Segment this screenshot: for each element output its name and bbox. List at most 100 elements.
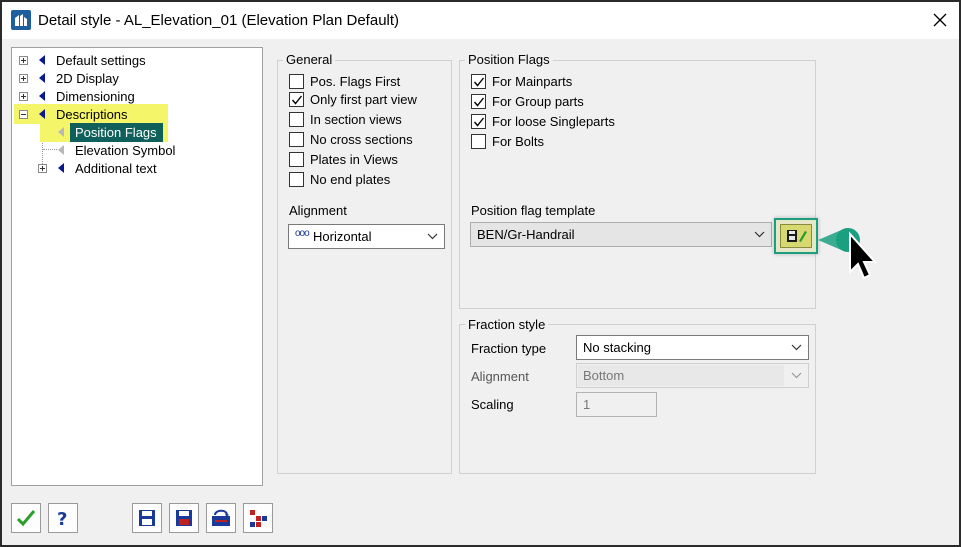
checkbox-no-cross-sections[interactable]: No cross sections — [289, 132, 439, 150]
expand-icon[interactable] — [19, 92, 28, 101]
tree-item-dimensioning[interactable]: Dimensioning — [12, 88, 262, 105]
fraction-type-label: Fraction type — [471, 341, 547, 356]
checkbox-label: For Bolts — [492, 134, 545, 149]
scaling-value: 1 — [583, 397, 591, 412]
template-label: Position flag template — [471, 203, 596, 218]
checkbox-label: For Group parts — [492, 94, 584, 109]
structure-icon — [250, 510, 267, 527]
checkbox-box[interactable] — [289, 92, 304, 107]
checkbox-box[interactable] — [471, 74, 486, 89]
save-button[interactable] — [132, 503, 162, 533]
checkbox-box[interactable] — [471, 114, 486, 129]
svg-text:?: ? — [57, 509, 67, 528]
app-icon — [11, 10, 31, 30]
checkbox-box[interactable] — [289, 112, 304, 127]
tree-item-label: Position Flags — [75, 125, 157, 140]
expand-icon[interactable] — [19, 74, 28, 83]
detail-style-dialog: Detail style - AL_Elevation_01 (Elevatio… — [0, 0, 961, 547]
checkbox-for-mainparts[interactable]: For Mainparts — [471, 74, 671, 92]
tree-item-position-flags[interactable]: Position Flags — [12, 123, 262, 142]
arrow-icon — [58, 163, 64, 173]
collapse-icon[interactable] — [19, 110, 28, 119]
tree-item-default-settings[interactable]: Default settings — [12, 52, 262, 69]
help-button[interactable]: ? — [48, 503, 78, 533]
checkbox-pos-flags-first[interactable]: Pos. Flags First — [289, 74, 439, 92]
template-select[interactable]: BEN/Gr-Handrail — [470, 222, 772, 247]
chevron-down-icon — [791, 344, 802, 351]
tree-item-elevation-symbol[interactable]: Elevation Symbol — [12, 142, 262, 159]
checkbox-for-loose-singleparts[interactable]: For loose Singleparts — [471, 114, 671, 132]
structure-button[interactable] — [243, 503, 273, 533]
save-edit-icon — [787, 230, 807, 242]
arrow-icon — [39, 55, 45, 65]
template-value: BEN/Gr-Handrail — [477, 227, 575, 242]
checkbox-label: No end plates — [310, 172, 391, 187]
checkmark-icon — [291, 95, 303, 105]
checkbox-only-first-part-view[interactable]: Only first part view — [289, 92, 439, 110]
checkbox-label: Only first part view — [310, 92, 417, 107]
tree-item-label: Additional text — [75, 161, 157, 176]
save-icon — [139, 510, 155, 526]
checkbox-box[interactable] — [289, 74, 304, 89]
checkbox-for-group-parts[interactable]: For Group parts — [471, 94, 671, 112]
checkbox-label: In section views — [310, 112, 402, 127]
fraction-style-group-title: Fraction style — [465, 317, 549, 332]
scaling-label: Scaling — [471, 397, 514, 412]
tree-item-label: Elevation Symbol — [75, 143, 176, 158]
checkbox-box[interactable] — [289, 172, 304, 187]
tree-item-2d-display[interactable]: 2D Display — [12, 70, 262, 87]
title-bar: Detail style - AL_Elevation_01 (Elevatio… — [2, 2, 959, 39]
checkbox-plates-in-views[interactable]: Plates in Views — [289, 152, 439, 170]
tree-item-label: Default settings — [56, 53, 146, 68]
save-as-button[interactable] — [169, 503, 199, 533]
general-group-title: General — [283, 52, 336, 67]
arrow-icon — [58, 127, 64, 137]
mouse-cursor-icon — [849, 231, 878, 280]
window-title: Detail style - AL_Elevation_01 (Elevatio… — [38, 12, 400, 29]
tree-item-label: 2D Display — [56, 71, 119, 86]
edit-template-button[interactable] — [774, 218, 818, 254]
checkmark-icon — [16, 510, 36, 527]
checkbox-box[interactable] — [471, 94, 486, 109]
fraction-type-value: No stacking — [583, 340, 651, 355]
checkbox-box[interactable] — [471, 134, 486, 149]
fraction-alignment-label: Alignment — [471, 369, 529, 384]
tree-item-additional-text[interactable]: Additional text — [12, 160, 262, 177]
tree-item-descriptions[interactable]: Descriptions — [12, 106, 262, 123]
checkbox-label: Pos. Flags First — [310, 74, 401, 89]
fraction-alignment-select: Bottom — [576, 363, 809, 388]
fraction-type-select[interactable]: No stacking — [576, 335, 809, 360]
checkbox-in-section-views[interactable]: In section views — [289, 112, 439, 130]
expand-icon[interactable] — [19, 56, 28, 65]
checkmark-icon — [473, 117, 485, 127]
arrow-icon — [39, 109, 45, 119]
save-as-icon — [176, 510, 192, 526]
tree-item-label: Dimensioning — [56, 89, 135, 104]
checkbox-label: No cross sections — [310, 132, 413, 147]
arrow-icon — [39, 73, 45, 83]
scaling-input: 1 — [576, 392, 657, 417]
checkbox-box[interactable] — [289, 152, 304, 167]
fraction-alignment-value: Bottom — [583, 368, 625, 383]
checkbox-label: Plates in Views — [310, 152, 398, 167]
checkbox-label: For loose Singleparts — [492, 114, 615, 129]
checkmark-icon — [473, 97, 485, 107]
position-flags-group-title: Position Flags — [465, 52, 553, 67]
settings-tree[interactable]: Default settings 2D Display Dimensioning… — [11, 47, 263, 486]
chevron-down-icon — [427, 233, 438, 240]
checkbox-for-bolts[interactable]: For Bolts — [471, 134, 671, 152]
general-alignment-select[interactable]: ooo Horizontal — [288, 224, 445, 249]
close-icon — [933, 13, 947, 27]
checkbox-no-end-plates[interactable]: No end plates — [289, 172, 439, 190]
close-button[interactable] — [927, 8, 953, 32]
expand-icon[interactable] — [38, 164, 47, 173]
chevron-down-icon — [754, 231, 765, 238]
chevron-down-icon — [791, 372, 802, 379]
reload-button[interactable] — [206, 503, 236, 533]
ok-button[interactable] — [11, 503, 41, 533]
checkbox-label: For Mainparts — [492, 74, 573, 89]
checkbox-box[interactable] — [289, 132, 304, 147]
reload-icon — [212, 509, 230, 526]
arrow-icon — [39, 91, 45, 101]
help-icon: ? — [57, 509, 67, 528]
